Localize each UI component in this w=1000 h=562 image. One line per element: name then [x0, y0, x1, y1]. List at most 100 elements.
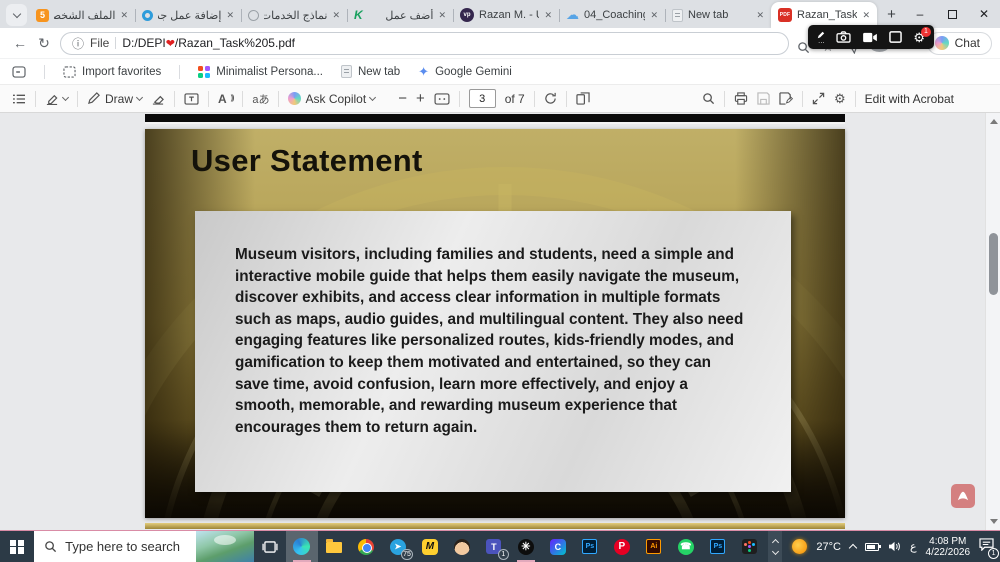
import-favorites-button[interactable]: Import favorites: [63, 66, 161, 78]
toc-icon: [13, 94, 25, 103]
camera-icon[interactable]: [836, 31, 851, 43]
fullscreen-icon[interactable]: [812, 92, 825, 105]
taskbar-overflow-arrows[interactable]: [767, 531, 783, 562]
clock[interactable]: 4:08 PM 4/22/2026: [926, 536, 971, 558]
taskbar-miro[interactable]: M: [414, 531, 446, 562]
print-icon[interactable]: [734, 92, 748, 105]
tab-close-icon[interactable]: ✕: [544, 10, 552, 21]
refresh-button[interactable]: ↻: [32, 35, 56, 52]
bing-daily-image[interactable]: [195, 531, 254, 562]
ask-copilot-button[interactable]: Ask Copilot: [288, 92, 377, 106]
sidebar-toggle-button[interactable]: [12, 65, 26, 78]
page-view-icon[interactable]: [576, 92, 590, 105]
rotate-icon[interactable]: [544, 92, 557, 105]
tab-close-icon[interactable]: ✕: [438, 10, 446, 21]
bookmark-minimalist-persona[interactable]: Minimalist Persona...: [198, 65, 323, 78]
url-text: D:/DEPI❤/Razan_Task%205.pdf: [122, 36, 295, 50]
pdf-page-3: User Statement Museum visitors, includin…: [145, 129, 845, 518]
taskbar-pinterest[interactable]: P: [606, 531, 638, 562]
action-center-button[interactable]: 1: [979, 537, 1000, 559]
capture-settings[interactable]: ⚙ 1: [913, 26, 931, 44]
tab-close-icon[interactable]: ✕: [862, 10, 870, 21]
pdf-toolbar: Draw A)) aあ Ask Copilot − + of 7: [0, 84, 1000, 113]
window-capture-icon[interactable]: [889, 31, 903, 43]
read-aloud-button[interactable]: A)): [218, 92, 234, 106]
tab-close-icon[interactable]: ✕: [650, 10, 658, 21]
tab-new-tab[interactable]: New tab ✕: [665, 2, 772, 28]
save-icon[interactable]: [757, 92, 770, 105]
add-text-button[interactable]: [184, 92, 199, 105]
taskbar-teams[interactable]: T1: [478, 531, 510, 562]
new-tab-button[interactable]: +: [881, 2, 902, 26]
tab-service-forms[interactable]: نماذج الخدمات ✕: [241, 2, 348, 28]
fit-width-icon[interactable]: [434, 92, 450, 105]
taskbar-chrome[interactable]: [350, 531, 382, 562]
canva-icon: C: [549, 538, 566, 555]
tab-close-icon[interactable]: ✕: [756, 10, 764, 21]
temperature-label[interactable]: 27°C: [816, 541, 841, 553]
battery-icon[interactable]: [864, 542, 881, 551]
tab-coaching[interactable]: ☁ 04_Coaching - ✕: [559, 2, 666, 28]
tab-add-new-work[interactable]: إضافة عمل جديد ✕: [135, 2, 242, 28]
chevron-down-icon: [771, 547, 779, 555]
translate-button[interactable]: aあ: [252, 91, 269, 107]
pen-tool[interactable]: …: [817, 31, 825, 45]
scrollbar-thumb[interactable]: [989, 233, 998, 295]
taskbar-chatgpt[interactable]: ✳: [510, 531, 542, 562]
tab-search-button[interactable]: [6, 4, 27, 26]
language-indicator[interactable]: ع: [910, 540, 917, 553]
tab-close-icon[interactable]: ✕: [226, 10, 234, 21]
taskbar-search[interactable]: [34, 531, 254, 562]
hidden-icons-chevron[interactable]: [848, 543, 858, 553]
taskbar-photoshop-2[interactable]: Ps: [702, 531, 734, 562]
taskbar-whatsapp[interactable]: ☎: [670, 531, 702, 562]
task-view-button[interactable]: [254, 531, 286, 562]
globe-icon: [248, 9, 259, 21]
start-button[interactable]: [0, 531, 34, 562]
divider: [208, 90, 210, 107]
taskbar-figma[interactable]: [734, 531, 766, 562]
taskbar-canva[interactable]: C: [542, 531, 574, 562]
taskbar-avatar-app[interactable]: [446, 531, 478, 562]
back-button[interactable]: ←: [8, 35, 32, 51]
zoom-page-controls: − + of 7: [398, 89, 590, 108]
address-bar[interactable]: ⓘ File D:/DEPI❤/Razan_Task%205.pdf: [60, 31, 789, 55]
tab-close-icon[interactable]: ✕: [120, 10, 128, 21]
search-document-icon[interactable]: [702, 92, 715, 105]
taskbar-edge[interactable]: [285, 531, 318, 562]
save-as-icon[interactable]: [779, 92, 793, 105]
zoom-in-button[interactable]: +: [416, 90, 425, 107]
minimize-button[interactable]: –: [904, 0, 936, 28]
edit-with-acrobat-button[interactable]: Edit with Acrobat: [865, 92, 954, 106]
copilot-chat-button[interactable]: Chat: [926, 31, 992, 55]
info-icon[interactable]: ⓘ: [72, 35, 84, 52]
close-button[interactable]: ✕: [968, 0, 1000, 28]
taskbar-file-explorer[interactable]: [318, 531, 350, 562]
weather-sun-icon[interactable]: [792, 539, 808, 554]
video-camera-icon[interactable]: [862, 32, 878, 43]
vertical-scrollbar[interactable]: [985, 113, 1000, 530]
tab-personal-file[interactable]: 5 الملف الشخصي - ✕: [29, 2, 136, 28]
pdf-settings-button[interactable]: ⚙: [834, 91, 846, 107]
speaker-icon[interactable]: [888, 541, 901, 552]
scroll-up-arrow[interactable]: [990, 119, 998, 124]
acrobat-floating-button[interactable]: [951, 484, 975, 508]
taskbar-telegram[interactable]: ➤ 75: [382, 531, 414, 562]
tab-close-icon[interactable]: ✕: [332, 10, 340, 21]
zoom-out-button[interactable]: −: [398, 90, 407, 107]
table-of-contents-button[interactable]: [12, 93, 26, 105]
search-input[interactable]: [65, 539, 196, 554]
bookmark-new-tab[interactable]: New tab: [340, 65, 400, 78]
taskbar-photoshop[interactable]: Ps: [574, 531, 606, 562]
erase-button[interactable]: [151, 92, 165, 105]
whatsapp-icon: ☎: [677, 538, 694, 555]
tab-razan-uiux[interactable]: vp Razan M. - UI-U ✕: [453, 2, 560, 28]
draw-button[interactable]: Draw: [87, 92, 144, 106]
tab-add-work[interactable]: K أضف عمل ✕: [347, 2, 454, 28]
page-number-input[interactable]: [468, 89, 496, 108]
taskbar-illustrator[interactable]: Ai: [638, 531, 670, 562]
maximize-button[interactable]: [936, 0, 968, 28]
highlight-button[interactable]: [45, 92, 70, 105]
bookmark-google-gemini[interactable]: ✦ Google Gemini: [418, 64, 512, 80]
scroll-down-arrow[interactable]: [990, 519, 998, 524]
